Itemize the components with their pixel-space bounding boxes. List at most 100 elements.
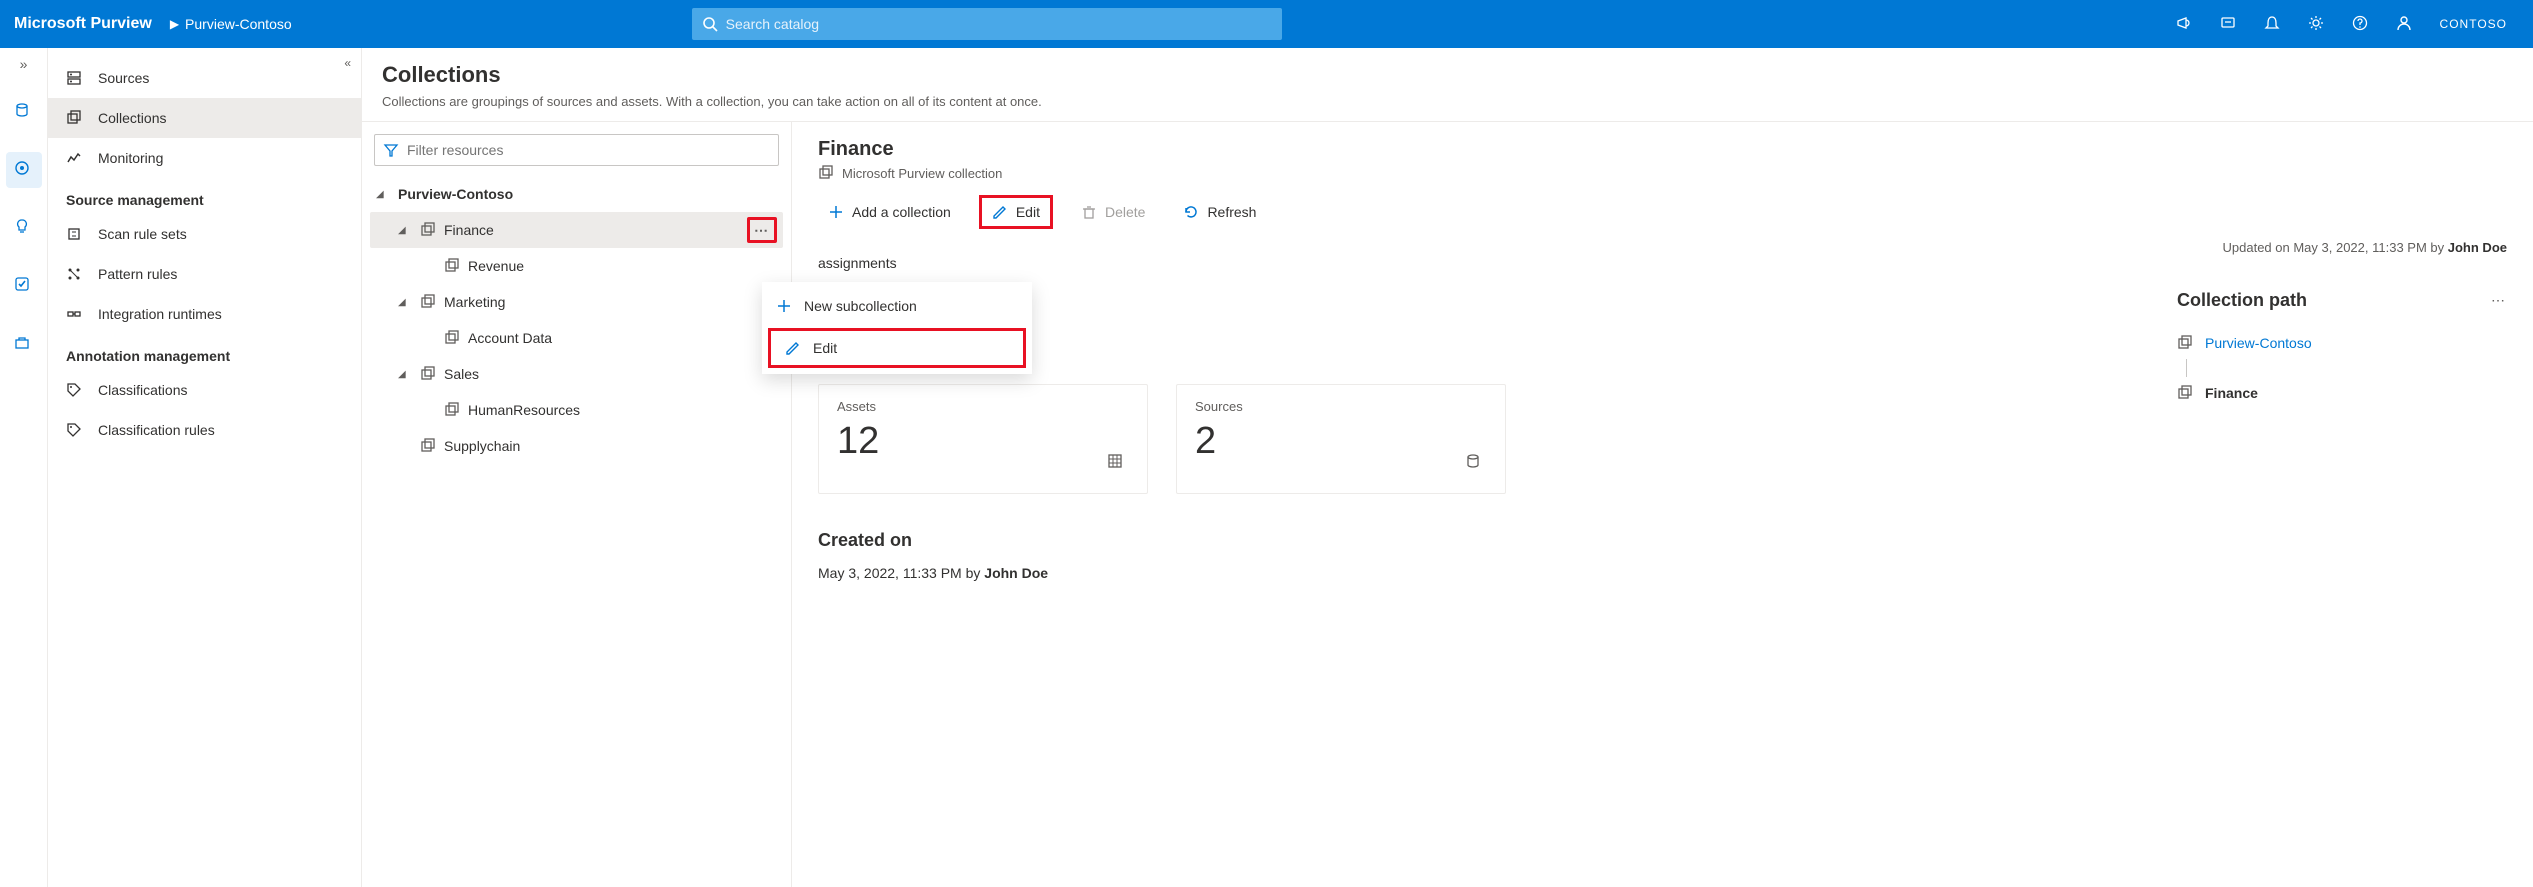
- page-title: Collections: [382, 62, 2513, 88]
- classification-rules-icon: [66, 422, 84, 438]
- search-input[interactable]: [726, 16, 1272, 32]
- tree-node-sales[interactable]: ◢ Sales: [370, 356, 783, 392]
- pattern-rules-icon: [66, 266, 84, 282]
- page-header: Collections Collections are groupings of…: [362, 48, 2533, 122]
- help-icon[interactable]: [2352, 15, 2370, 33]
- nav-item-scan-rule-sets[interactable]: Scan rule sets: [48, 214, 361, 254]
- integration-runtimes-icon: [66, 306, 84, 322]
- ctx-label: Edit: [813, 340, 837, 356]
- caret-icon[interactable]: ◢: [376, 189, 390, 200]
- collection-icon: [420, 438, 436, 454]
- nav-item-pattern-rules[interactable]: Pattern rules: [48, 254, 361, 294]
- assignments-label: assignments: [818, 255, 2507, 271]
- nav-label: Sources: [98, 70, 149, 86]
- updated-info: Updated on May 3, 2022, 11:33 PM by John…: [2223, 240, 2508, 255]
- detail-subtitle: Microsoft Purview collection: [842, 166, 1002, 181]
- nav-label: Collections: [98, 110, 166, 126]
- filter-resources-box[interactable]: [374, 134, 779, 166]
- created-on-text: May 3, 2022, 11:33 PM by John Doe: [818, 565, 2507, 581]
- edit-button[interactable]: Edit: [979, 195, 1053, 229]
- account-icon[interactable]: [2396, 15, 2414, 33]
- detail-toolbar: Add a collection Edit Delete Refresh: [818, 195, 2507, 229]
- rail-item-insights[interactable]: [6, 210, 42, 246]
- add-collection-button[interactable]: Add a collection: [818, 195, 961, 229]
- tb-label: Edit: [1016, 204, 1040, 220]
- path-more-button[interactable]: ⋯: [2491, 292, 2507, 309]
- nav-item-classification-rules[interactable]: Classification rules: [48, 410, 361, 450]
- context-menu: New subcollection Edit: [762, 282, 1032, 374]
- filter-input[interactable]: [407, 142, 770, 158]
- nav-label: Pattern rules: [98, 266, 177, 282]
- card-sources[interactable]: Sources 2: [1176, 384, 1506, 494]
- tree-node-revenue[interactable]: Revenue: [370, 248, 783, 284]
- nav-item-integration-runtimes[interactable]: Integration runtimes: [48, 294, 361, 334]
- nav-item-collections[interactable]: Collections: [48, 98, 361, 138]
- database-icon: [1465, 453, 1487, 475]
- tb-label: Add a collection: [852, 204, 951, 220]
- caret-icon[interactable]: ◢: [398, 369, 412, 380]
- settings-icon[interactable]: [2308, 15, 2326, 33]
- classifications-icon: [66, 382, 84, 398]
- collection-detail-panel: Finance Microsoft Purview collection Add…: [792, 122, 2533, 887]
- delete-button: Delete: [1071, 195, 1155, 229]
- tree-label: Finance: [444, 222, 494, 238]
- collection-icon: [2177, 335, 2193, 351]
- card-assets[interactable]: Assets 12: [818, 384, 1148, 494]
- nav-item-classifications[interactable]: Classifications: [48, 370, 361, 410]
- nav-label: Scan rule sets: [98, 226, 187, 242]
- collection-icon: [420, 366, 436, 382]
- collection-icon: [420, 294, 436, 310]
- search-icon: [702, 16, 718, 32]
- breadcrumb-account[interactable]: Purview-Contoso: [185, 16, 292, 32]
- more-actions-button[interactable]: ⋯: [747, 217, 777, 243]
- tree-node-account-data[interactable]: Account Data: [370, 320, 783, 356]
- detail-subtitle-row: Microsoft Purview collection: [818, 165, 2507, 181]
- nav-item-sources[interactable]: Sources: [48, 58, 361, 98]
- tree-node-supplychain[interactable]: Supplychain: [370, 428, 783, 464]
- search-box[interactable]: [692, 8, 1282, 40]
- collection-path-panel: Collection path ⋯ Purview-Contoso Financ…: [2177, 290, 2507, 409]
- tree-label: Marketing: [444, 294, 505, 310]
- rail-item-management[interactable]: [6, 326, 42, 362]
- notifications-icon[interactable]: [2264, 15, 2282, 33]
- breadcrumb-separator-icon: ▶: [170, 17, 179, 31]
- nav-label: Classifications: [98, 382, 187, 398]
- tree-label: HumanResources: [468, 402, 580, 418]
- tb-label: Delete: [1105, 204, 1145, 220]
- caret-icon[interactable]: ◢: [398, 297, 412, 308]
- collection-icon: [444, 402, 460, 418]
- path-item-root[interactable]: Purview-Contoso: [2177, 327, 2507, 359]
- top-header: Microsoft Purview ▶ Purview-Contoso CONT…: [0, 0, 2533, 48]
- side-navigation: « Sources Collections Monitoring Source …: [48, 48, 362, 887]
- collection-icon: [2177, 385, 2193, 401]
- tb-label: Refresh: [1207, 204, 1256, 220]
- tree-node-human-resources[interactable]: HumanResources: [370, 392, 783, 428]
- nav-label: Integration runtimes: [98, 306, 222, 322]
- rail-item-data-catalog[interactable]: [6, 94, 42, 130]
- tree-node-root[interactable]: ◢ Purview-Contoso: [370, 176, 783, 212]
- tree-label: Sales: [444, 366, 479, 382]
- path-link[interactable]: Purview-Contoso: [2205, 335, 2312, 351]
- expand-rail-icon[interactable]: »: [20, 56, 28, 72]
- refresh-button[interactable]: Refresh: [1173, 195, 1266, 229]
- page-subtitle: Collections are groupings of sources and…: [382, 94, 2513, 109]
- tenant-label: CONTOSO: [2440, 17, 2507, 31]
- tree-label: Supplychain: [444, 438, 520, 454]
- tree-node-finance[interactable]: ◢ Finance ⋯: [370, 212, 783, 248]
- filter-icon: [383, 142, 399, 158]
- collapse-sidenav-icon[interactable]: «: [344, 56, 351, 70]
- rail-item-data-map[interactable]: [6, 152, 42, 188]
- plus-icon: [828, 204, 844, 220]
- nav-item-monitoring[interactable]: Monitoring: [48, 138, 361, 178]
- sources-icon: [66, 70, 84, 86]
- ctx-item-new-subcollection[interactable]: New subcollection: [762, 286, 1032, 326]
- ctx-item-edit[interactable]: Edit: [768, 328, 1026, 368]
- monitoring-icon: [66, 150, 84, 166]
- card-value: 2: [1195, 420, 1487, 463]
- tree-label: Account Data: [468, 330, 552, 346]
- announcements-icon[interactable]: [2176, 15, 2194, 33]
- rail-item-policy[interactable]: [6, 268, 42, 304]
- tree-node-marketing[interactable]: ◢ Marketing: [370, 284, 783, 320]
- feedback-icon[interactable]: [2220, 15, 2238, 33]
- caret-icon[interactable]: ◢: [398, 225, 412, 236]
